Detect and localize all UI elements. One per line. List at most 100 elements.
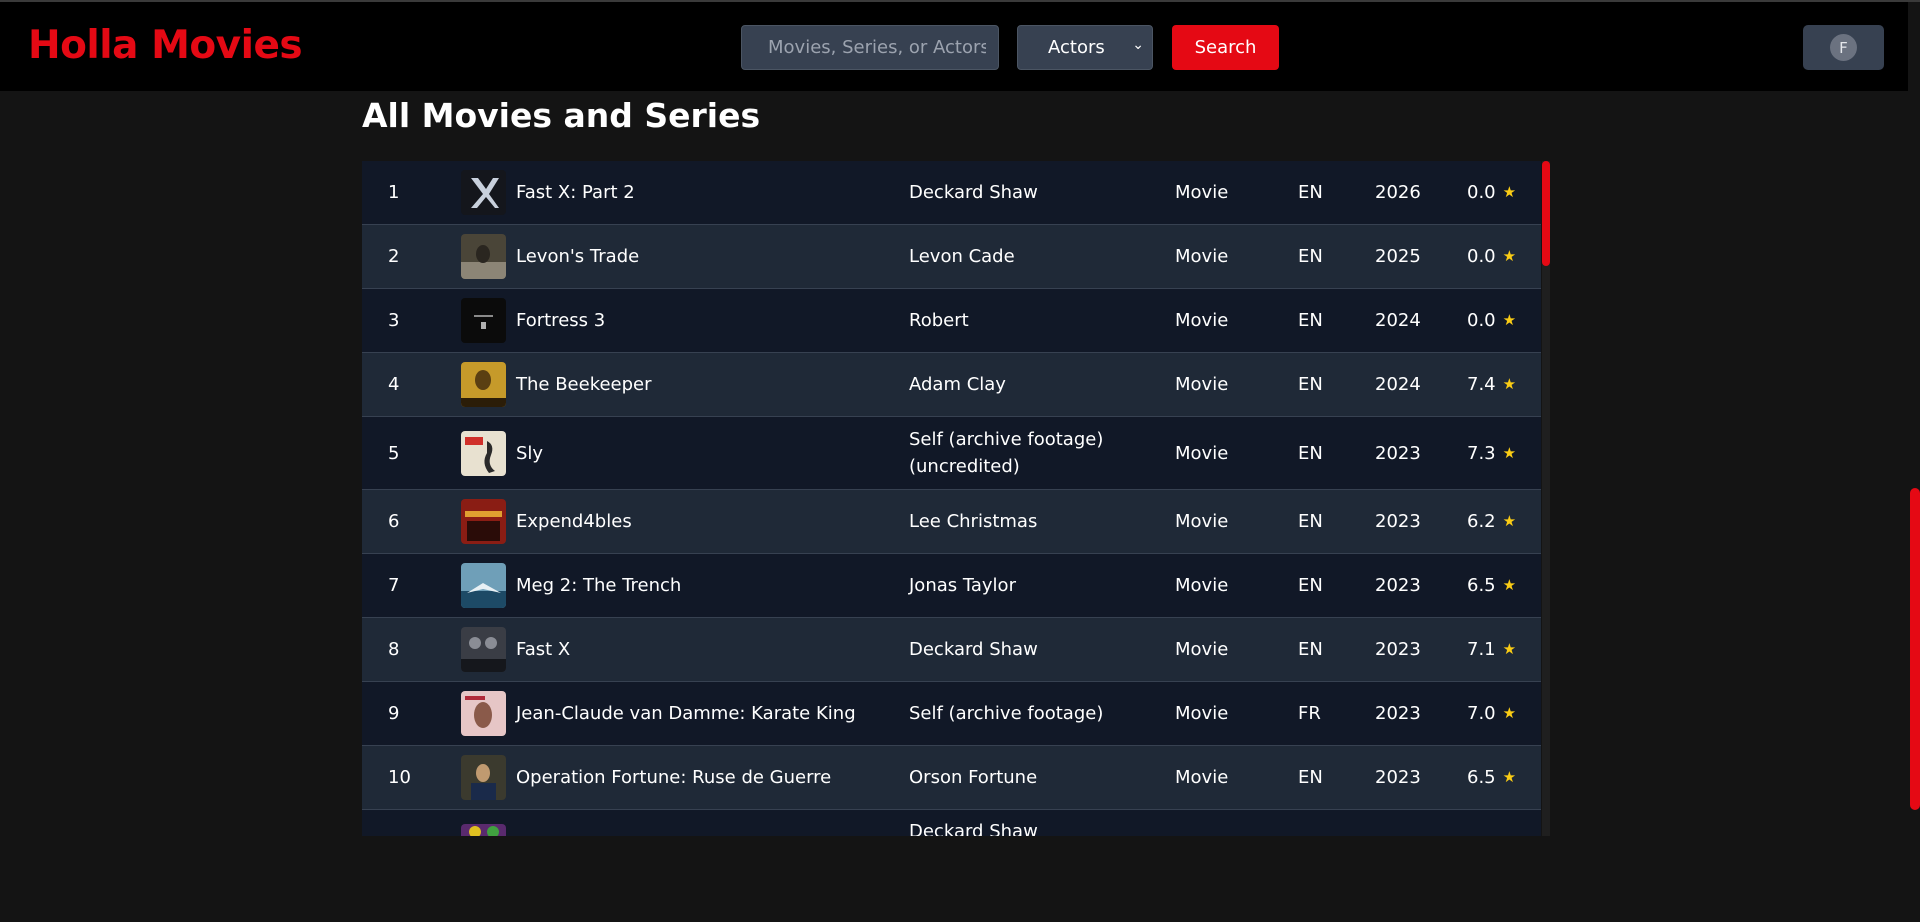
movie-title[interactable]: Fast X: Part 2 [516,161,635,224]
rating: 0.0 ★ [1467,161,1516,224]
search-button[interactable]: Search [1172,25,1279,70]
poster-thumbnail [461,824,506,836]
release-year: 2024 [1375,310,1421,331]
row-number: 8 [388,639,400,660]
rating-value: 6.5 [1467,767,1496,788]
movie-title[interactable]: Levon's Trade [516,225,639,288]
profile-menu-button[interactable]: F [1803,25,1884,70]
release-year: 2023 [1375,767,1421,788]
movie-title[interactable]: Sly [516,417,543,489]
rating-value: 0.0 [1467,310,1496,331]
release-year: 2023 [1375,703,1421,724]
movie-title[interactable]: Jean-Claude van Damme: Karate King [516,682,856,745]
character-name: Jonas Taylor [909,575,1016,596]
table-row[interactable]: 2 Levon's Trade Levon Cade Movie EN 2025… [362,225,1541,289]
table-row[interactable]: 7 Meg 2: The Trench Jonas Taylor Movie E… [362,554,1541,618]
character-name: Self (archive footage) (uncredited) [909,417,1109,489]
poster-cell [461,161,506,224]
rating: 0.0 ★ [1467,289,1516,352]
poster-cell [461,490,506,553]
release-year: 2023 [1375,442,1421,464]
star-icon: ★ [1502,640,1517,658]
rating-value: 7.0 [1467,703,1496,724]
release-year: 2023 [1375,639,1421,660]
rating-value: 0.0 [1467,182,1496,203]
table-row[interactable]: Deckard Shaw [362,810,1541,836]
table-row[interactable]: 10 Operation Fortune: Ruse de Guerre Ors… [362,746,1541,810]
search-type-select[interactable]: Actors ⌄ [1017,25,1153,70]
movie-title[interactable]: Fortress 3 [516,289,605,352]
movie-title[interactable]: The Beekeeper [516,353,652,416]
language: EN [1298,182,1323,203]
rating-value: 6.2 [1467,511,1496,532]
row-number: 2 [388,246,400,267]
media-type: Movie [1175,767,1229,788]
poster-thumbnail [461,430,506,476]
character-name: Levon Cade [909,246,1015,267]
page-title: All Movies and Series [362,96,761,135]
rating-value: 7.3 [1467,442,1496,464]
star-icon: ★ [1502,768,1517,786]
language: EN [1298,575,1323,596]
top-navbar: Holla Movies Actors ⌄ Search F [0,2,1908,91]
language: EN [1298,374,1323,395]
media-type: Movie [1175,310,1229,331]
search-input[interactable] [741,25,999,70]
row-number: 5 [388,442,400,464]
rating-value: 0.0 [1467,246,1496,267]
media-type: Movie [1175,182,1229,203]
row-number: 10 [388,767,411,788]
table-row[interactable]: 5 Sly Self (archive footage) (uncredited… [362,417,1541,490]
star-icon: ★ [1502,375,1517,393]
table-scrollbar-thumb[interactable] [1542,161,1550,266]
table-row[interactable]: 9 Jean-Claude van Damme: Karate King Sel… [362,682,1541,746]
media-type: Movie [1175,246,1229,267]
row-number: 9 [388,703,400,724]
poster-cell [461,810,506,836]
poster-thumbnail [461,362,506,407]
table-row[interactable]: 1 Fast X: Part 2 Deckard Shaw Movie EN 2… [362,161,1541,225]
poster-thumbnail [461,170,506,215]
language: EN [1298,639,1323,660]
poster-thumbnail [461,627,506,672]
star-icon: ★ [1502,183,1517,201]
movie-title[interactable]: Meg 2: The Trench [516,554,681,617]
character-name: Robert [909,310,969,331]
release-year: 2025 [1375,246,1421,267]
movies-table: 1 Fast X: Part 2 Deckard Shaw Movie EN 2… [362,161,1550,836]
movie-title[interactable]: Operation Fortune: Ruse de Guerre [516,746,831,809]
table-row[interactable]: 6 Expend4bles Lee Christmas Movie EN 202… [362,490,1541,554]
page-scrollbar-thumb[interactable] [1910,488,1920,810]
release-year: 2024 [1375,374,1421,395]
character-name: Orson Fortune [909,767,1038,788]
logo[interactable]: Holla Movies [28,23,303,68]
star-icon: ★ [1502,512,1517,530]
poster-cell [461,353,506,416]
star-icon: ★ [1502,247,1517,265]
character-name: Self (archive footage) [909,703,1104,724]
table-row[interactable]: 3 Fortress 3 Robert Movie EN 2024 0.0 ★ [362,289,1541,353]
media-type: Movie [1175,703,1229,724]
poster-thumbnail [461,755,506,800]
star-icon: ★ [1502,576,1517,594]
language: EN [1298,767,1323,788]
row-number: 6 [388,511,400,532]
movie-title[interactable]: Fast X [516,618,570,681]
row-number: 4 [388,374,400,395]
rating: 7.3 ★ [1467,417,1516,489]
search-type-selected: Actors [1048,37,1105,58]
rating-value: 6.5 [1467,575,1496,596]
movie-title[interactable]: Expend4bles [516,490,632,553]
poster-thumbnail [461,563,506,608]
rating: 7.1 ★ [1467,618,1516,681]
table-row[interactable]: 4 The Beekeeper Adam Clay Movie EN 2024 … [362,353,1541,417]
character-name: Deckard Shaw [909,182,1038,203]
character-name: Deckard Shaw [909,821,1038,836]
rating: 0.0 ★ [1467,225,1516,288]
language: EN [1298,246,1323,267]
poster-cell [461,225,506,288]
table-row[interactable]: 8 Fast X Deckard Shaw Movie EN 2023 7.1 … [362,618,1541,682]
row-number: 1 [388,182,400,203]
star-icon: ★ [1502,311,1517,329]
row-number: 7 [388,575,400,596]
